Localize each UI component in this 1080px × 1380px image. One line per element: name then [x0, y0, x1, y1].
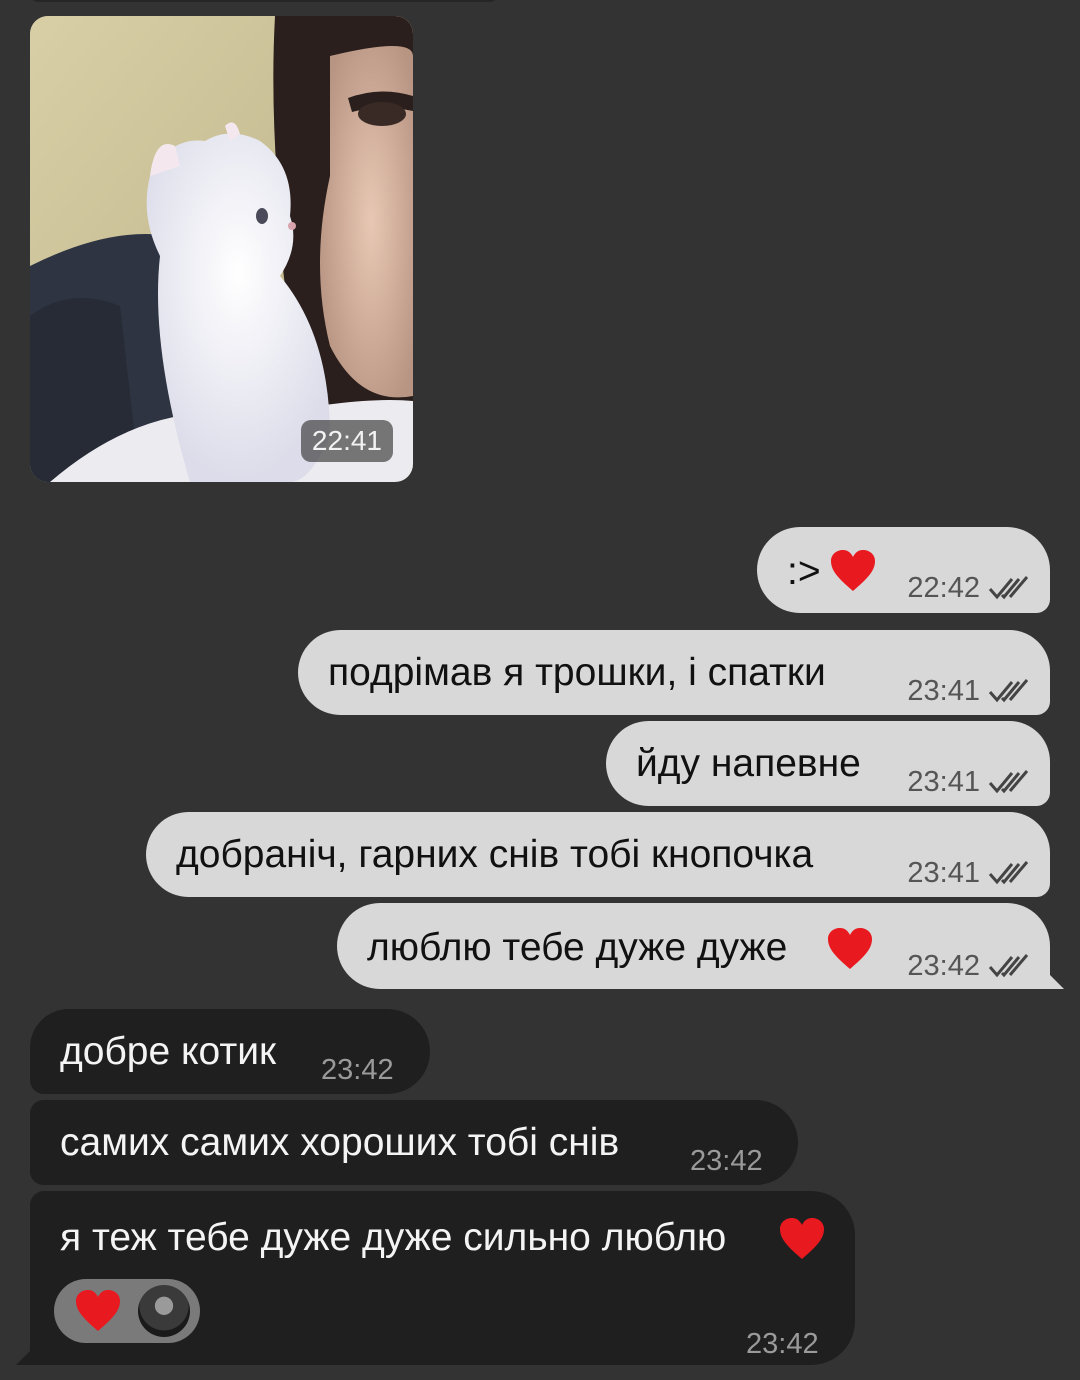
previous-message-edge: [30, 0, 498, 2]
heart-emoji-icon: [778, 1217, 826, 1272]
message-text: люблю тебе дуже дуже: [367, 926, 788, 969]
incoming-message[interactable]: самих самих хороших тобі снів 23:42: [30, 1100, 798, 1185]
message-time: 23:41: [907, 857, 980, 889]
double-check-icon: [988, 770, 1029, 794]
message-text: добре котик: [60, 1030, 277, 1073]
reaction-chip[interactable]: [54, 1279, 200, 1343]
incoming-message[interactable]: добре котик 23:42: [30, 1009, 430, 1094]
incoming-message[interactable]: я теж тебе дуже дуже сильно люблю 23:42: [16, 1191, 855, 1365]
message-time: 23:41: [907, 766, 980, 798]
message-meta: 22:42: [907, 565, 1034, 611]
photo-message[interactable]: 22:41: [30, 16, 413, 482]
outgoing-message[interactable]: добраніч, гарних снів тобі кнопочка 23:4…: [146, 812, 1050, 897]
message-time: 22:42: [907, 572, 980, 604]
message-text: йду напевне: [636, 742, 861, 785]
heart-emoji-icon: [826, 927, 874, 982]
message-text: добраніч, гарних снів тобі кнопочка: [176, 833, 814, 876]
message-meta: 23:41: [907, 668, 1034, 714]
reactor-avatar[interactable]: [138, 1285, 190, 1337]
heart-emoji-icon: [829, 549, 877, 604]
message-time: 23:42: [690, 1145, 763, 1177]
message-meta: 23:41: [907, 759, 1034, 805]
message-text: подрімав я трошки, і спатки: [328, 651, 826, 694]
outgoing-message[interactable]: подрімав я трошки, і спатки 23:41: [298, 630, 1050, 715]
message-time: 23:42: [746, 1328, 819, 1360]
heart-reaction-icon: [76, 1290, 120, 1331]
message-time: 23:42: [907, 950, 980, 982]
outgoing-message[interactable]: :> 22:42: [757, 527, 1050, 613]
message-meta: 23:41: [907, 850, 1034, 896]
message-text: самих самих хороших тобі снів: [60, 1121, 620, 1164]
double-check-icon: [988, 679, 1029, 703]
message-meta: 23:42: [907, 943, 1034, 989]
message-text: я теж тебе дуже дуже сильно люблю: [60, 1216, 727, 1259]
double-check-icon: [988, 954, 1029, 978]
photo-timestamp: 22:41: [300, 420, 393, 462]
message-time: 23:42: [321, 1054, 394, 1086]
message-text: :>: [787, 550, 821, 593]
outgoing-message[interactable]: йду напевне 23:41: [606, 721, 1050, 806]
outgoing-message[interactable]: люблю тебе дуже дуже 23:42: [337, 903, 1064, 989]
message-time: 23:41: [907, 675, 980, 707]
double-check-icon: [988, 576, 1029, 600]
double-check-icon: [988, 861, 1029, 885]
kitten-photo: [30, 16, 413, 482]
